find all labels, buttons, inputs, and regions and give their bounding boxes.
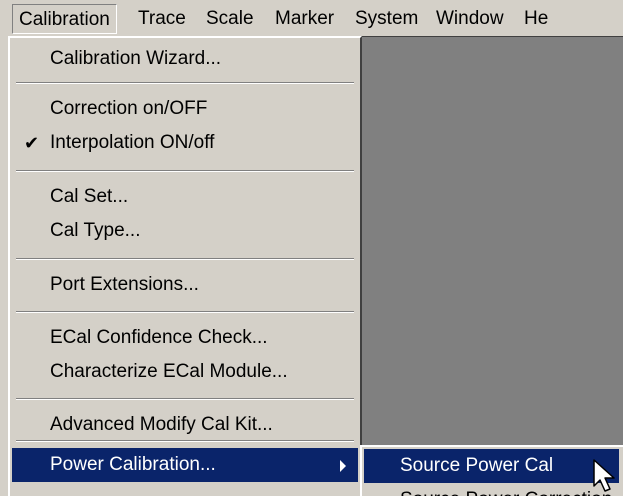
submenu-item-label: Source Power Correction [400, 483, 612, 496]
submenu-arrow-icon [340, 460, 346, 472]
menu-item-cal-type[interactable]: Cal Type... [12, 214, 358, 248]
menu-separator [16, 311, 354, 313]
menu-item-characterize-ecal[interactable]: Characterize ECal Module... [12, 355, 358, 389]
menu-item-power-calibration[interactable]: Power Calibration... [12, 448, 358, 482]
menu-item-label: Advanced Modify Cal Kit... [50, 414, 273, 435]
menu-item-label: Cal Set... [50, 186, 129, 207]
menu-item-advanced-modify-cal-kit[interactable]: Advanced Modify Cal Kit... [12, 408, 358, 442]
menu-item-label: Calibration Wizard... [50, 48, 222, 69]
application-window: Calibration Trace Scale Marker System Wi… [0, 0, 623, 496]
menu-item-label: Correction on/OFF [50, 98, 208, 119]
power-calibration-submenu: Source Power Cal Source Power Correction [360, 445, 623, 496]
menu-bar: Calibration Trace Scale Marker System Wi… [0, 0, 623, 36]
menu-marker[interactable]: Marker [269, 4, 340, 34]
menu-separator [16, 170, 354, 172]
submenu-item-label: Source Power Cal [400, 455, 554, 476]
menu-item-label: Interpolation ON/off [50, 132, 215, 153]
workspace-area [360, 36, 623, 447]
menu-item-label: Power Calibration... [50, 454, 216, 475]
menu-separator [16, 398, 354, 400]
menu-item-calibration-wizard[interactable]: Calibration Wizard... [12, 42, 358, 76]
submenu-item-source-power-correction[interactable]: Source Power Correction [364, 483, 619, 496]
menu-item-label: Cal Type... [50, 220, 141, 241]
menu-scale[interactable]: Scale [200, 4, 260, 34]
menu-separator [16, 440, 354, 442]
menu-item-port-extensions[interactable]: Port Extensions... [12, 268, 358, 302]
check-icon: ✔ [24, 133, 40, 153]
submenu-item-source-power-cal[interactable]: Source Power Cal [364, 449, 619, 483]
menu-separator [16, 82, 354, 84]
menu-item-interpolation[interactable]: ✔ Interpolation ON/off [12, 126, 358, 160]
menu-item-label: Characterize ECal Module... [50, 361, 288, 382]
menu-window[interactable]: Window [430, 4, 510, 34]
menu-item-correction[interactable]: Correction on/OFF [12, 92, 358, 126]
menu-item-label: ECal Confidence Check... [50, 327, 268, 348]
calibration-dropdown-menu: Calibration Wizard... Correction on/OFF … [8, 36, 362, 496]
mouse-cursor-icon [592, 458, 623, 496]
menu-help[interactable]: He [518, 4, 554, 34]
menu-item-cal-set[interactable]: Cal Set... [12, 180, 358, 214]
menu-item-ecal-confidence-check[interactable]: ECal Confidence Check... [12, 321, 358, 355]
menu-calibration[interactable]: Calibration [12, 4, 117, 34]
menu-system[interactable]: System [349, 4, 424, 34]
menu-trace[interactable]: Trace [132, 4, 192, 34]
menu-item-label: Port Extensions... [50, 274, 199, 295]
menu-separator [16, 258, 354, 260]
